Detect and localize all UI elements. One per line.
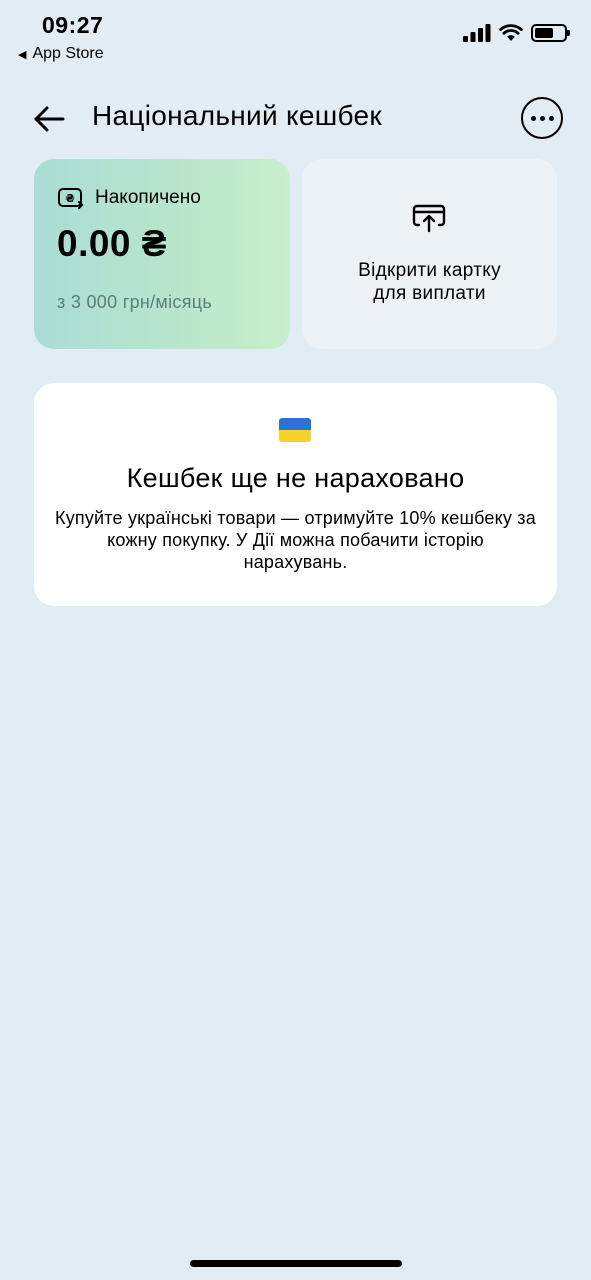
cellular-signal-icon: [463, 24, 491, 42]
header: Національний кешбек: [0, 88, 591, 148]
home-indicator[interactable]: [190, 1260, 402, 1267]
cashback-wallet-icon: ₴: [58, 188, 84, 209]
status-icons: [463, 24, 570, 42]
more-dot: [539, 115, 545, 121]
more-dot: [530, 115, 536, 121]
info-title: Кешбек ще не нараховано: [126, 463, 465, 493]
info-card: Кешбек ще не нараховано Купуйте українсь…: [34, 383, 557, 606]
page-title: Національний кешбек: [92, 100, 382, 131]
more-button[interactable]: [521, 97, 563, 139]
screen: 09:27 ◀ App Store Національний кешбек ₴ …: [0, 0, 591, 1280]
back-triangle-icon: ◀: [18, 48, 27, 61]
card-upload-icon-wrap: [411, 203, 447, 238]
open-card-label: Відкрити картку для виплати: [302, 259, 557, 305]
accumulated-card: ₴ Накопичено 0.00 ₴ з 3 000 грн/місяць: [34, 159, 290, 349]
accumulated-amount: 0.00 ₴: [57, 223, 167, 264]
flag-yellow-stripe: [279, 430, 311, 442]
wifi-icon: [499, 24, 523, 41]
open-card-line1: Відкрити картку: [358, 260, 501, 281]
ukraine-flag-icon: [279, 418, 311, 442]
more-dot: [548, 115, 554, 121]
back-to-app-label: App Store: [32, 45, 104, 62]
battery-level: [535, 28, 554, 38]
battery-icon: [531, 24, 570, 42]
open-card-line2: для виплати: [373, 283, 486, 304]
accumulated-label-row: ₴ Накопичено: [57, 186, 201, 210]
status-time: 09:27: [42, 12, 104, 38]
back-button[interactable]: [30, 100, 68, 138]
open-card-button[interactable]: Відкрити картку для виплати: [302, 159, 557, 349]
card-upload-icon: [412, 204, 446, 233]
monthly-limit: з 3 000 грн/місяць: [57, 292, 213, 312]
back-to-app-link[interactable]: ◀ App Store: [18, 45, 104, 63]
accumulated-label: Накопичено: [95, 187, 201, 208]
flag-blue-stripe: [279, 418, 311, 430]
arrow-left-icon: [34, 106, 65, 132]
svg-text:₴: ₴: [65, 192, 74, 205]
info-text: Купуйте українські товари — отримуйте 10…: [55, 508, 536, 572]
